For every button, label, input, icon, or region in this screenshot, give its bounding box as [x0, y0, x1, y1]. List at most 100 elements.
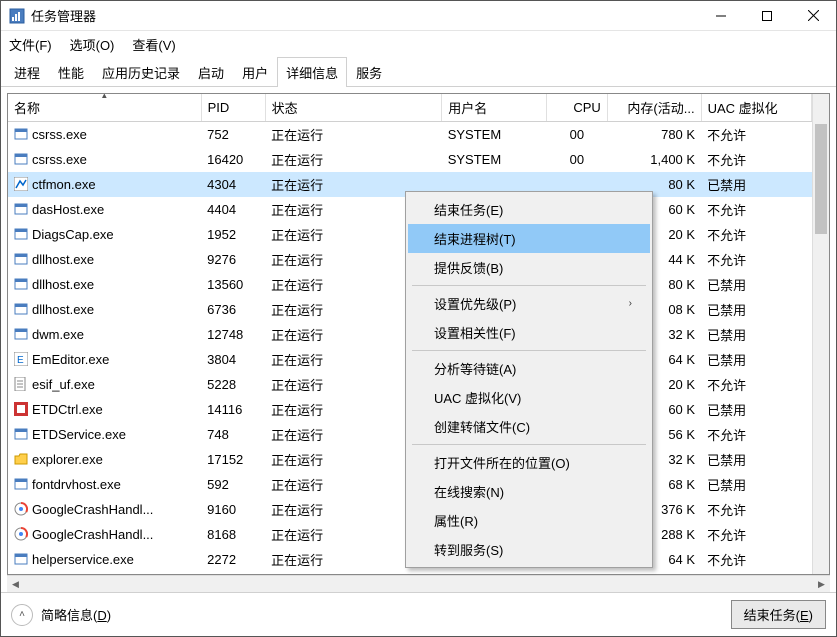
col-header-uac[interactable]: UAC 虚拟化: [701, 94, 811, 122]
cell-uac: 不允许: [701, 122, 811, 148]
menu-end-task[interactable]: 结束任务(E): [408, 195, 650, 224]
process-icon: [14, 477, 28, 491]
menu-file[interactable]: 文件(F): [7, 33, 54, 56]
menu-set-priority[interactable]: 设置优先级(P)›: [408, 289, 650, 318]
maximize-button[interactable]: [744, 1, 790, 31]
cell-pid: 5228: [201, 372, 265, 397]
tab-startup[interactable]: 启动: [189, 57, 233, 87]
process-icon: [14, 277, 28, 291]
process-icon: [14, 227, 28, 241]
col-header-name[interactable]: 名称▲: [8, 94, 201, 122]
sort-ascending-icon: ▲: [100, 94, 108, 100]
cell-cpu: 00: [547, 122, 608, 148]
submenu-arrow-icon: ›: [629, 298, 632, 309]
cell-pid: 8168: [201, 522, 265, 547]
vertical-scrollbar[interactable]: [812, 94, 829, 574]
cell-name: esif_uf.exe: [32, 377, 95, 392]
cell-pid: 4404: [201, 197, 265, 222]
process-icon: [14, 302, 28, 316]
col-header-mem[interactable]: 内存(活动...: [607, 94, 701, 122]
cell-name: GoogleCrashHandl...: [32, 502, 153, 517]
menu-search-online[interactable]: 在线搜索(N): [408, 477, 650, 506]
cell-name: ETDCtrl.exe: [32, 402, 103, 417]
cell-name: DiagsCap.exe: [32, 227, 114, 242]
cell-name: explorer.exe: [32, 452, 103, 467]
cell-name: dllhost.exe: [32, 302, 94, 317]
col-header-pid[interactable]: PID: [201, 94, 265, 122]
menu-properties[interactable]: 属性(R): [408, 506, 650, 535]
cell-pid: 9160: [201, 497, 265, 522]
cell-uac: 已禁用: [701, 272, 811, 297]
cell-pid: 9276: [201, 247, 265, 272]
menu-create-dump[interactable]: 创建转储文件(C): [408, 412, 650, 441]
col-header-cpu[interactable]: CPU: [547, 94, 608, 122]
tab-performance[interactable]: 性能: [49, 57, 93, 87]
cell-name: dwm.exe: [32, 327, 84, 342]
tab-users[interactable]: 用户: [233, 57, 277, 87]
end-task-button[interactable]: 结束任务(E): [731, 600, 826, 629]
process-icon: E: [14, 352, 28, 366]
close-button[interactable]: [790, 1, 836, 31]
process-icon: [14, 252, 28, 266]
process-icon: [14, 452, 28, 466]
process-icon: [14, 527, 28, 541]
horizontal-scrollbar[interactable]: ◀ ▶: [7, 575, 830, 592]
table-row[interactable]: csrss.exe16420正在运行SYSTEM001,400 K不允许: [8, 147, 812, 172]
tab-app-history[interactable]: 应用历史记录: [93, 57, 189, 87]
menu-separator: [412, 350, 646, 351]
menu-set-affinity[interactable]: 设置相关性(F): [408, 318, 650, 347]
menu-provide-feedback[interactable]: 提供反馈(B): [408, 253, 650, 282]
cell-user: SYSTEM: [442, 122, 547, 148]
tab-details[interactable]: 详细信息: [277, 57, 347, 87]
cell-pid: 2272: [201, 547, 265, 572]
cell-name: csrss.exe: [32, 152, 87, 167]
titlebar: 任务管理器: [1, 1, 836, 31]
minimize-button[interactable]: [698, 1, 744, 31]
menu-options[interactable]: 选项(O): [68, 33, 117, 56]
cell-name: dllhost.exe: [32, 277, 94, 292]
menu-uac-virtualization[interactable]: UAC 虚拟化(V): [408, 383, 650, 412]
cell-cpu: 00: [547, 147, 608, 172]
cell-name: GoogleCrashHandl...: [32, 527, 153, 542]
scroll-left-icon[interactable]: ◀: [7, 576, 24, 592]
tab-processes[interactable]: 进程: [5, 57, 49, 87]
cell-name: dllhost.exe: [32, 252, 94, 267]
cell-uac: 已禁用: [701, 347, 811, 372]
fewer-details-toggle[interactable]: ˄ 简略信息(D): [11, 604, 111, 626]
cell-pid: 17152: [201, 447, 265, 472]
col-header-status[interactable]: 状态: [265, 94, 442, 122]
cell-uac: 不允许: [701, 522, 811, 547]
cell-pid: 3804: [201, 347, 265, 372]
process-icon: [14, 202, 28, 216]
cell-status: 正在运行: [265, 147, 442, 172]
cell-pid: 592: [201, 472, 265, 497]
menu-go-to-service[interactable]: 转到服务(S): [408, 535, 650, 564]
menu-end-process-tree[interactable]: 结束进程树(T): [408, 224, 650, 253]
cell-name: fontdrvhost.exe: [32, 477, 121, 492]
menu-view[interactable]: 查看(V): [130, 33, 177, 56]
scroll-right-icon[interactable]: ▶: [813, 576, 830, 592]
cell-uac: 已禁用: [701, 447, 811, 472]
tabbar: 进程 性能 应用历史记录 启动 用户 详细信息 服务: [1, 57, 836, 87]
cell-uac: 已禁用: [701, 172, 811, 197]
cell-uac: 不允许: [701, 147, 811, 172]
table-row[interactable]: csrss.exe752正在运行SYSTEM00780 K不允许: [8, 122, 812, 148]
context-menu: 结束任务(E) 结束进程树(T) 提供反馈(B) 设置优先级(P)› 设置相关性…: [405, 191, 653, 568]
cell-mem: 1,400 K: [607, 147, 701, 172]
process-icon: [14, 152, 28, 166]
cell-pid: 748: [201, 422, 265, 447]
process-icon: [14, 552, 28, 566]
cell-pid: 12748: [201, 322, 265, 347]
menu-open-file-location[interactable]: 打开文件所在的位置(O): [408, 448, 650, 477]
footer: ˄ 简略信息(D) 结束任务(E): [1, 592, 836, 636]
process-icon: [14, 377, 28, 391]
cell-uac: 不允许: [701, 247, 811, 272]
scrollbar-thumb[interactable]: [815, 124, 827, 234]
menu-analyze-wait-chain[interactable]: 分析等待链(A): [408, 354, 650, 383]
cell-uac: 不允许: [701, 372, 811, 397]
col-header-user[interactable]: 用户名: [442, 94, 547, 122]
cell-pid: 14116: [201, 397, 265, 422]
tab-services[interactable]: 服务: [347, 57, 391, 87]
cell-uac: 不允许: [701, 222, 811, 247]
window-title: 任务管理器: [31, 6, 698, 25]
